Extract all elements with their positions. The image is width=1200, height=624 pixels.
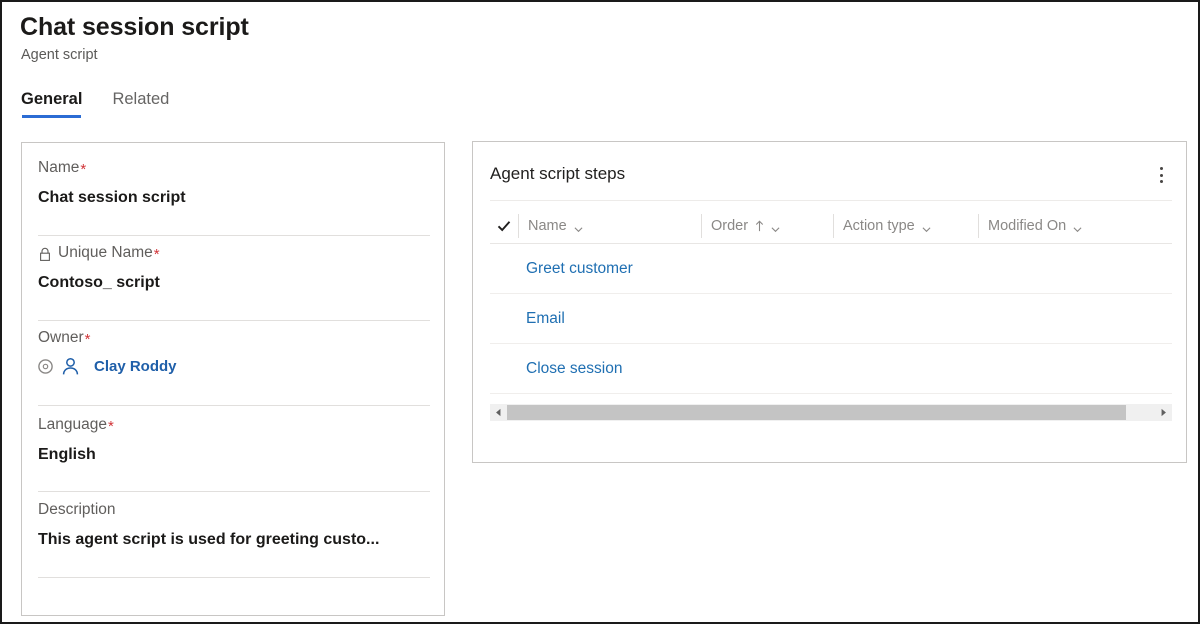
required-asterisk: * [85, 332, 91, 347]
field-language-value[interactable]: English [38, 446, 430, 464]
tab-bar: General Related [21, 90, 199, 118]
field-unique-name: Unique Name* Contoso_ script [38, 244, 430, 292]
field-owner-label: Owner* [38, 329, 430, 347]
horizontal-scrollbar[interactable] [490, 404, 1172, 421]
chevron-down-icon [922, 222, 931, 231]
header-divider [518, 214, 519, 238]
scroll-left-arrow-icon[interactable] [490, 404, 507, 421]
presence-status-icon [38, 359, 53, 374]
header-divider [833, 214, 834, 238]
field-description-label: Description [38, 501, 430, 519]
required-asterisk: * [154, 247, 160, 262]
chevron-down-icon [771, 222, 780, 231]
cell-name[interactable]: Greet customer [526, 244, 633, 294]
grid-title: Agent script steps [490, 164, 625, 184]
chevron-down-icon [1073, 222, 1082, 231]
cell-name[interactable]: Close session [526, 344, 623, 394]
header-divider [701, 214, 702, 238]
column-header-order[interactable]: Order [711, 209, 780, 243]
tab-related[interactable]: Related [112, 90, 169, 118]
field-language: Language* English [38, 416, 430, 464]
column-header-action-type[interactable]: Action type [843, 209, 931, 243]
field-divider [38, 405, 430, 406]
field-name: Name* Chat session script [38, 159, 430, 207]
page-subtitle: Agent script [21, 47, 98, 63]
field-description-value[interactable]: This agent script is used for greeting c… [38, 531, 430, 549]
more-options-icon[interactable] [1150, 164, 1172, 186]
scroll-right-arrow-icon[interactable] [1155, 404, 1172, 421]
field-unique-name-value[interactable]: Contoso_ script [38, 274, 430, 292]
page-title: Chat session script [20, 13, 249, 42]
field-divider [38, 491, 430, 492]
owner-lookup[interactable]: Clay Roddy [38, 357, 430, 376]
cell-name[interactable]: Email [526, 294, 565, 344]
field-description: Description This agent script is used fo… [38, 501, 430, 549]
field-name-label: Name* [38, 159, 430, 177]
header-divider [978, 214, 979, 238]
field-owner: Owner* Clay Roddy [38, 329, 430, 376]
sort-ascending-icon [755, 220, 764, 232]
agent-script-steps-card: Agent script steps Name [472, 141, 1187, 463]
chevron-down-icon [574, 222, 583, 231]
table-row[interactable]: Email 2 Macro 9/7/2020 2:13 PM [490, 294, 1172, 344]
field-name-value[interactable]: Chat session script [38, 189, 430, 207]
column-header-name[interactable]: Name [528, 209, 583, 243]
scrollbar-track[interactable] [507, 404, 1155, 421]
field-unique-name-label: Unique Name* [38, 244, 430, 262]
grid-column-headers: Name Order [490, 209, 1172, 243]
table-row[interactable]: Greet customer 1 Text 9/7/2020 1:56 PM [490, 244, 1172, 294]
grid-title-divider [490, 200, 1172, 201]
owner-name-link[interactable]: Clay Roddy [94, 358, 177, 375]
required-asterisk: * [80, 162, 86, 177]
select-all-checkmark[interactable] [490, 209, 518, 243]
tab-general[interactable]: General [21, 90, 82, 118]
column-header-modified-on[interactable]: Modified On [988, 209, 1082, 243]
general-form-card: Name* Chat session script Unique Name* C… [21, 142, 445, 616]
page-root: Chat session script Agent script General… [0, 0, 1200, 624]
table-row[interactable]: Close session 3 Script 9/7/2020 2:15 PM [490, 344, 1172, 394]
grid-rows: Greet customer 1 Text 9/7/2020 1:56 PM E… [490, 244, 1172, 394]
lock-icon [38, 247, 52, 262]
scrollbar-thumb[interactable] [507, 405, 1126, 420]
field-divider [38, 235, 430, 236]
field-divider [38, 577, 430, 578]
person-icon [61, 357, 80, 376]
field-divider [38, 320, 430, 321]
field-language-label: Language* [38, 416, 430, 434]
required-asterisk: * [108, 419, 114, 434]
